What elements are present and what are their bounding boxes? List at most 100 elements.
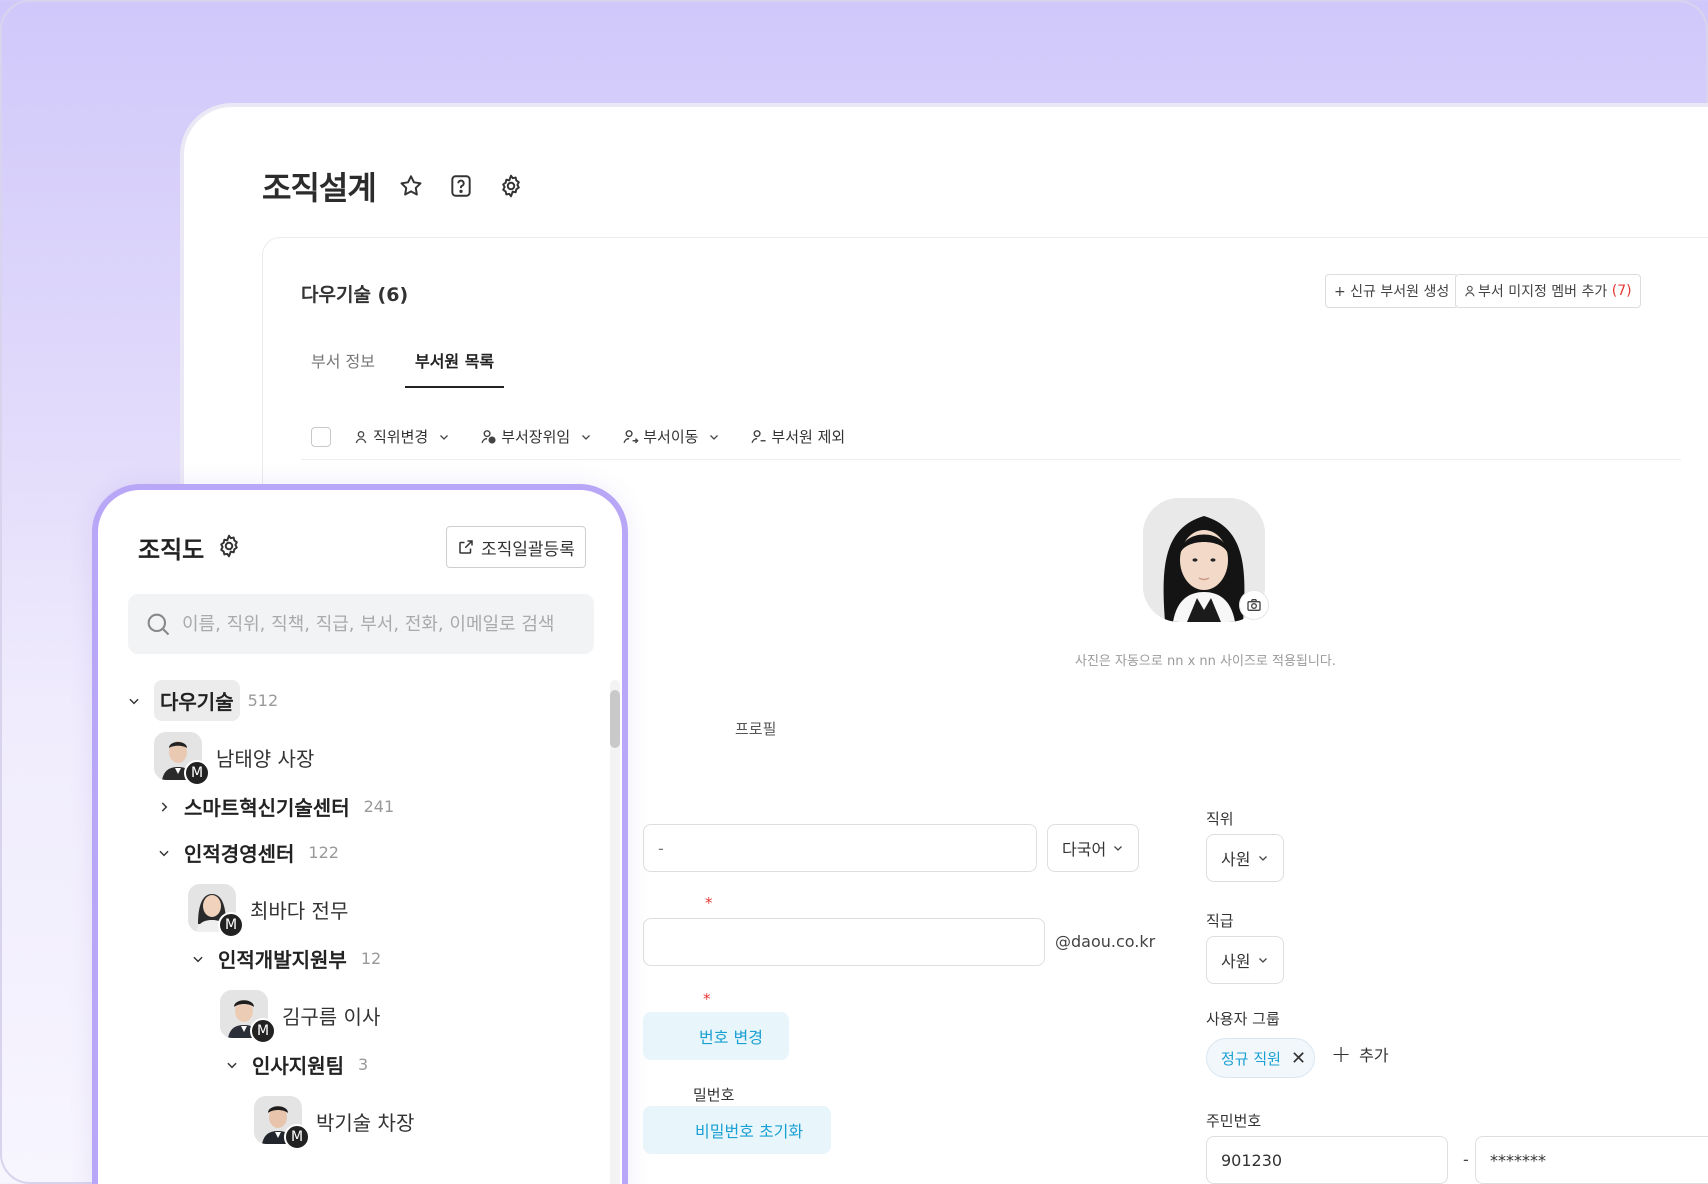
org-chart-panel: 조직도 조직일괄등록 다우기술 512 M 남태양 사장 스마트혁신기술센터 2… bbox=[92, 484, 628, 1184]
chevron-down-icon[interactable] bbox=[224, 1057, 240, 1073]
position-label: 직위 bbox=[1206, 810, 1234, 828]
grade-select[interactable]: 사원 bbox=[1206, 936, 1284, 984]
unassigned-count: (7) bbox=[1611, 283, 1632, 299]
tree-dept-name: 다우기술 bbox=[154, 680, 240, 721]
tree-dept-hrdev[interactable]: 인적개발지원부 12 bbox=[190, 944, 381, 973]
remove-member-button[interactable]: 부서원 제외 bbox=[750, 426, 845, 447]
tab-dept-info[interactable]: 부서 정보 bbox=[301, 338, 385, 388]
search-icon bbox=[147, 613, 170, 636]
tree-dept-count: 241 bbox=[363, 797, 395, 816]
tree-dept-count: 3 bbox=[358, 1055, 369, 1074]
photo-note: 사진은 자동으로 nn x nn 사이즈로 적용됩니다. bbox=[1075, 654, 1336, 669]
bulk-register-button[interactable]: 조직일괄등록 bbox=[446, 526, 586, 568]
tree-dept-hr[interactable]: 인적경영센터 122 bbox=[156, 838, 339, 867]
move-dept-button[interactable]: 부서이동 bbox=[622, 426, 724, 447]
chevron-down-icon[interactable] bbox=[126, 693, 142, 709]
tree-dept-count: 512 bbox=[247, 691, 279, 710]
plus-icon: + bbox=[1331, 1040, 1352, 1068]
new-member-button[interactable]: + 신규 부서원 생성 bbox=[1325, 274, 1459, 308]
rrn-label: 주민번호 bbox=[1206, 1112, 1262, 1130]
camera-icon[interactable] bbox=[1239, 590, 1269, 620]
org-search bbox=[128, 594, 594, 654]
avatar: M bbox=[188, 884, 244, 938]
tab-bar: 부서 정보 부서원 목록 bbox=[301, 338, 524, 388]
close-icon[interactable]: ✕ bbox=[1291, 1048, 1306, 1069]
add-unassigned-button[interactable]: 부서 미지정 멤버 추가 (7) bbox=[1455, 274, 1641, 308]
profile-section-label: 프로필 bbox=[735, 720, 777, 738]
name-lang-select[interactable]: 다국어 bbox=[1047, 824, 1139, 872]
star-icon[interactable] bbox=[396, 171, 426, 201]
position-value: 사원 bbox=[1221, 850, 1251, 869]
reset-password-button[interactable]: 비밀번호 초기화 bbox=[643, 1106, 831, 1154]
change-position-label: 직위변경 bbox=[373, 428, 429, 446]
user-group-label: 사용자 그룹 bbox=[1206, 1010, 1280, 1028]
tree-dept-name: 인적개발지원부 bbox=[218, 948, 347, 972]
page-title: 조직설계 bbox=[262, 169, 377, 207]
assign-head-label: 부서장위임 bbox=[501, 428, 571, 446]
rrn-back-input[interactable]: ******* bbox=[1475, 1136, 1708, 1184]
new-member-label: + 신규 부서원 생성 bbox=[1334, 284, 1450, 300]
avatar: M bbox=[254, 1096, 310, 1150]
user-group-chip: 정규 직원 ✕ bbox=[1206, 1038, 1316, 1078]
chevron-right-icon[interactable] bbox=[156, 799, 172, 815]
profile-photo bbox=[1143, 498, 1269, 622]
grade-label: 직급 bbox=[1206, 912, 1234, 930]
user-icon bbox=[355, 430, 367, 443]
chevron-down-icon[interactable] bbox=[190, 951, 206, 967]
user-move-icon bbox=[623, 430, 639, 444]
tree-person-row[interactable]: M 최바다 전무 bbox=[188, 884, 348, 938]
tree-person-name: 박기술 차장 bbox=[316, 1110, 415, 1135]
chevron-down-icon[interactable] bbox=[156, 845, 172, 861]
tree-person-name: 남태양 사장 bbox=[216, 746, 315, 771]
rrn-front-input[interactable]: 901230 bbox=[1206, 1136, 1448, 1184]
external-link-icon bbox=[459, 540, 473, 554]
chevron-down-icon bbox=[1259, 958, 1267, 963]
chevron-down-icon bbox=[710, 434, 719, 440]
manager-badge: M bbox=[250, 1018, 276, 1044]
chevron-down-icon bbox=[1114, 846, 1122, 851]
remove-member-label: 부서원 제외 bbox=[771, 428, 846, 446]
scrollbar-track[interactable] bbox=[610, 680, 620, 1184]
name-lang-value: 다국어 bbox=[1062, 840, 1107, 859]
bulk-register-label: 조직일괄등록 bbox=[481, 539, 575, 560]
manager-badge: M bbox=[184, 760, 210, 786]
email-input[interactable] bbox=[643, 918, 1045, 966]
tree-dept-name: 인적경영센터 bbox=[184, 842, 295, 866]
tree-person-row[interactable]: M 김구름 이사 bbox=[220, 990, 380, 1044]
tree-person-row[interactable]: M 남태양 사장 bbox=[154, 732, 315, 786]
tree-dept-team[interactable]: 인사지원팀 3 bbox=[224, 1050, 368, 1079]
name-input[interactable]: - bbox=[643, 824, 1037, 872]
help-icon[interactable] bbox=[446, 171, 476, 201]
change-password-button[interactable]: 번호 변경 bbox=[643, 1012, 789, 1060]
email-required-marker: * bbox=[705, 894, 713, 912]
add-user-group-button[interactable]: + 추가 bbox=[1331, 1040, 1389, 1068]
tree-dept-root[interactable]: 다우기술 512 bbox=[126, 680, 278, 721]
rrn-dash: - bbox=[1463, 1150, 1469, 1169]
position-select[interactable]: 사원 bbox=[1206, 834, 1284, 882]
org-header: 조직도 bbox=[138, 530, 242, 565]
change-password-label: 번호 변경 bbox=[699, 1028, 763, 1047]
user-crown-icon bbox=[481, 430, 496, 444]
org-search-input[interactable] bbox=[182, 613, 562, 635]
tree-dept-smart[interactable]: 스마트혁신기술센터 241 bbox=[156, 792, 394, 821]
user-group-chip-label: 정규 직원 bbox=[1221, 1049, 1281, 1068]
tab-member-list[interactable]: 부서원 목록 bbox=[404, 338, 505, 388]
scrollbar-thumb[interactable] bbox=[610, 690, 620, 748]
org-title: 조직도 bbox=[138, 536, 205, 564]
select-all-checkbox[interactable] bbox=[311, 426, 331, 447]
grade-value: 사원 bbox=[1221, 952, 1251, 971]
assign-head-button[interactable]: 부서장위임 bbox=[480, 426, 596, 447]
rrn-back-value: ******* bbox=[1490, 1150, 1546, 1170]
user-remove-icon bbox=[751, 430, 767, 444]
gear-icon[interactable] bbox=[496, 171, 526, 201]
manager-badge: M bbox=[218, 912, 244, 938]
gear-icon[interactable] bbox=[216, 533, 242, 563]
password-required-marker: * bbox=[703, 990, 711, 1008]
tree-person-row[interactable]: M 박기술 차장 bbox=[254, 1096, 415, 1150]
tree-dept-count: 122 bbox=[308, 843, 339, 862]
email-domain: @daou.co.kr bbox=[1055, 932, 1156, 951]
rrn-front-value: 901230 bbox=[1221, 1150, 1283, 1170]
chevron-down-icon bbox=[1259, 856, 1267, 861]
password-field-label: 밀번호 bbox=[693, 1086, 735, 1104]
change-position-button[interactable]: 직위변경 bbox=[353, 426, 454, 447]
